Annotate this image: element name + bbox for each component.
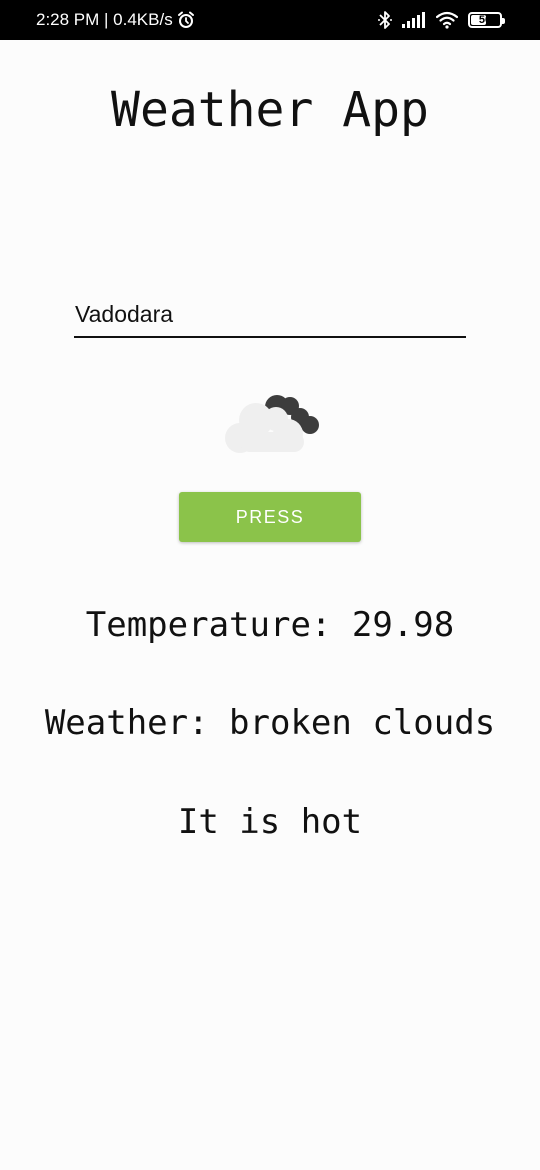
status-bar: 2:28 PM | 0.4KB/s 56 <box>0 0 540 40</box>
weather-description-text: Weather: broken clouds <box>44 703 496 743</box>
temperature-text: Temperature: 29.98 <box>85 605 455 645</box>
status-time-speed: 2:28 PM | 0.4KB/s <box>36 10 173 29</box>
signal-icon <box>402 11 426 29</box>
alarm-icon <box>177 11 195 29</box>
press-button[interactable]: PRESS <box>179 492 361 542</box>
bluetooth-icon <box>378 10 392 30</box>
screen: 2:28 PM | 0.4KB/s 56 Weather App Vadodar… <box>0 0 540 1170</box>
status-right: 56 <box>378 10 505 30</box>
battery-icon: 56 <box>468 12 505 28</box>
battery-level-text: 56 <box>478 14 492 26</box>
status-left: 2:28 PM | 0.4KB/s <box>36 10 195 30</box>
temperature-remark-text: It is hot <box>177 802 363 842</box>
cloud-icon <box>220 390 322 456</box>
wifi-icon <box>436 11 458 29</box>
city-input[interactable] <box>74 296 466 338</box>
app-title: Weather App <box>111 82 429 138</box>
